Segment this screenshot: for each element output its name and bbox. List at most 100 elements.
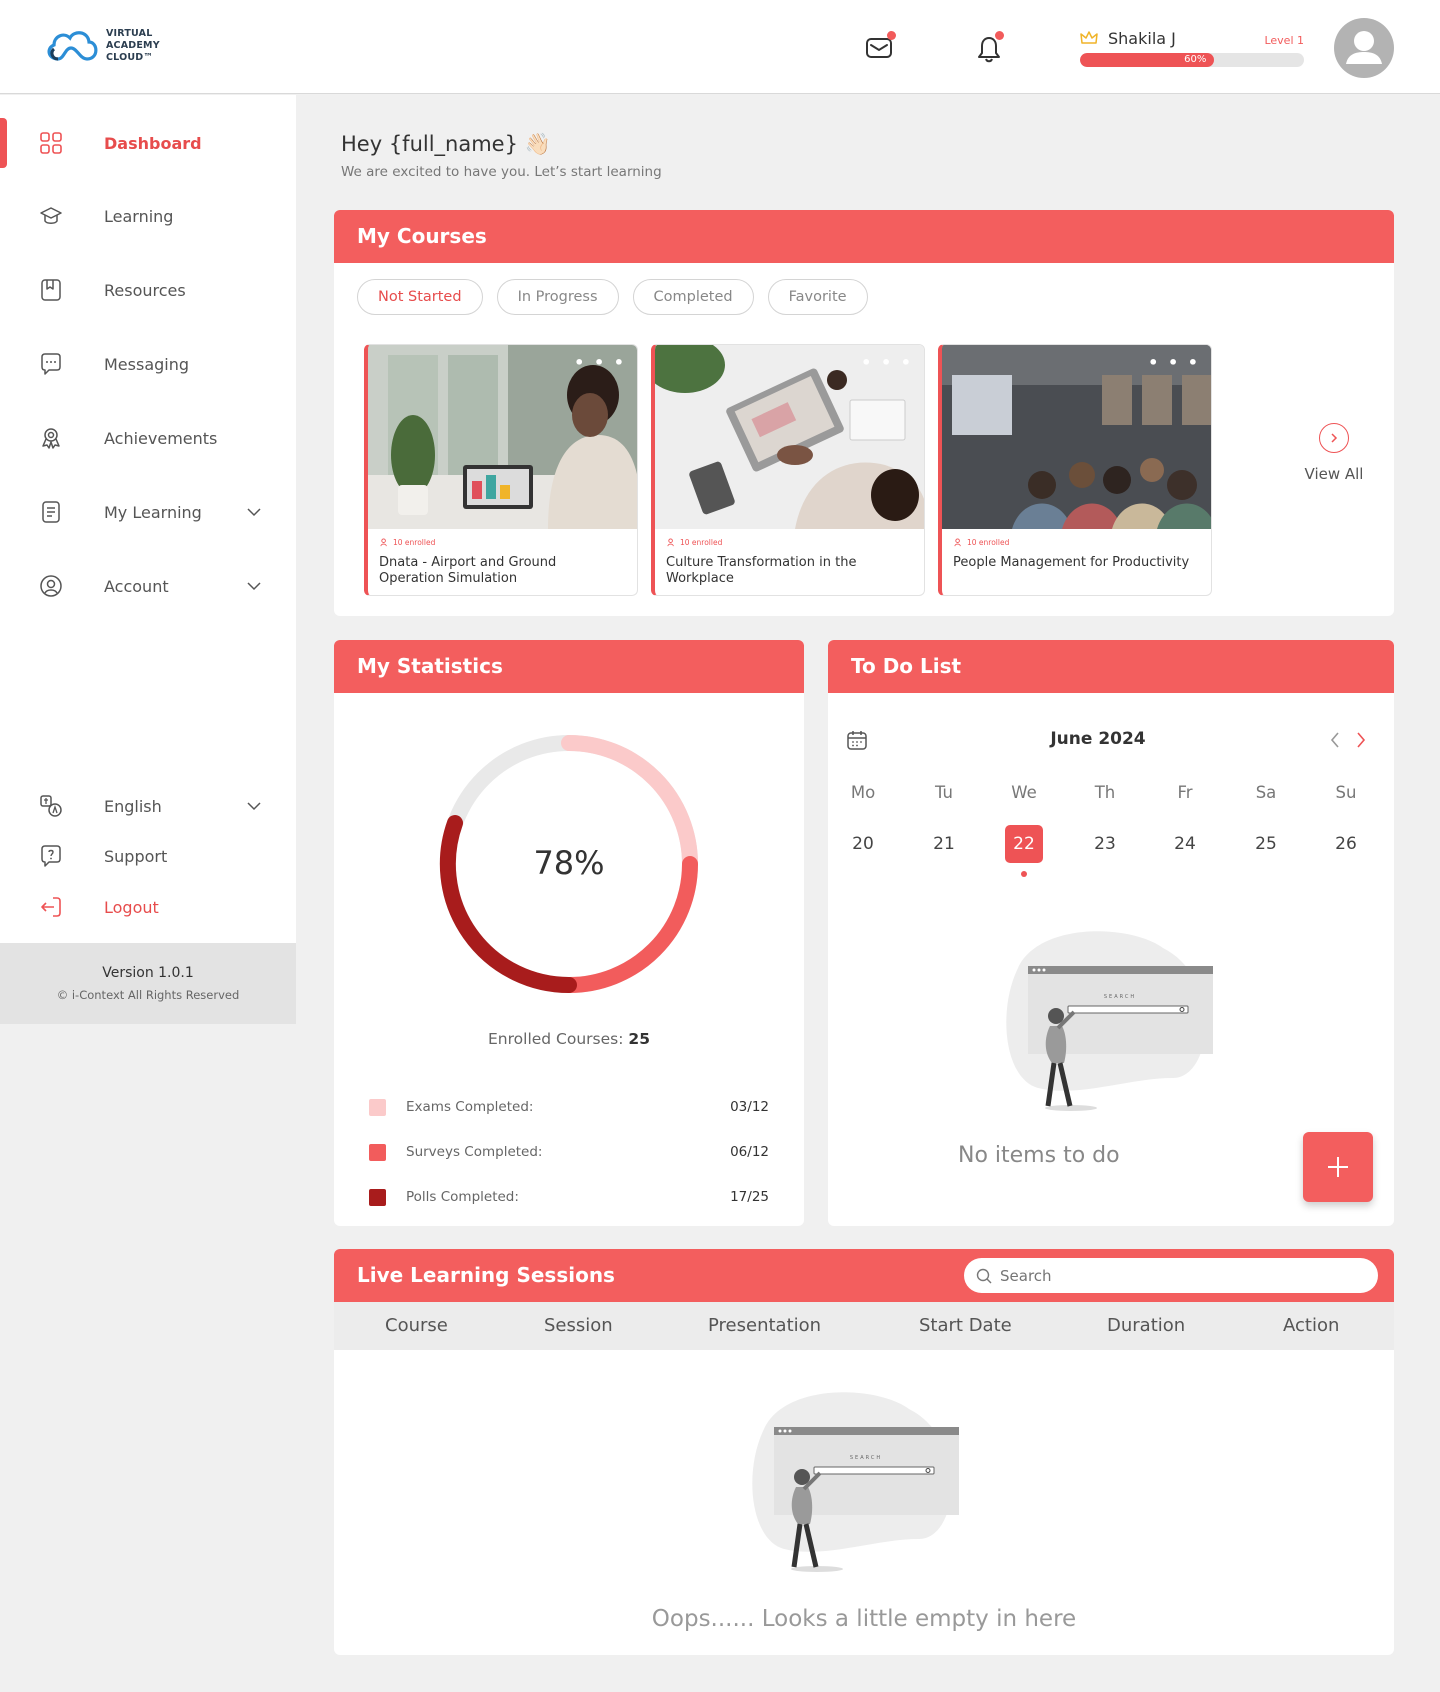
sidebar-item-learning[interactable]: Learning [0, 191, 296, 241]
course-title: People Management for Productivity [953, 555, 1190, 570]
version-label: Version 1.0.1 [102, 965, 194, 981]
enrolled-courses-value: 25 [628, 1030, 650, 1048]
search-input[interactable] [1000, 1266, 1340, 1285]
language-selector[interactable]: English [0, 781, 296, 831]
chevron-down-icon [247, 508, 261, 517]
language-label: English [104, 796, 162, 816]
sidebar-item-label: Achievements [104, 428, 218, 448]
view-all-button[interactable]: View All [1284, 423, 1384, 483]
legend-swatch [369, 1143, 386, 1161]
sidebar-item-resources[interactable]: Resources [0, 265, 296, 315]
user-circle-icon [40, 575, 62, 597]
legend-value: 03/12 [730, 1099, 769, 1115]
chevron-left-icon[interactable] [1328, 730, 1342, 750]
more-options-icon[interactable]: • • • [861, 353, 913, 372]
column-header[interactable]: Action [1283, 1302, 1339, 1350]
filter-in-progress[interactable]: In Progress [496, 279, 619, 315]
sidebar-item-support[interactable]: Support [0, 831, 296, 881]
calendar-date[interactable]: 20 [844, 825, 882, 863]
more-options-icon[interactable]: • • • [574, 353, 626, 372]
user-avatar-icon [1346, 31, 1382, 64]
column-header[interactable]: Start Date [919, 1302, 1012, 1350]
course-card[interactable]: • • • 10 enrolled Culture Transformation… [651, 344, 925, 596]
legend-label: Exams Completed: [406, 1099, 534, 1115]
sidebar-item-achievements[interactable]: Achievements [0, 413, 296, 463]
notebook-icon [42, 501, 60, 523]
xp-progress-label: 60% [1184, 54, 1207, 65]
empty-search-illustration: SEARCH [752, 1392, 959, 1572]
sidebar-item-account[interactable]: Account [0, 561, 296, 611]
enrolled-count: 10 enrolled [380, 538, 435, 547]
users-icon [667, 538, 674, 547]
mail-button[interactable] [864, 31, 896, 64]
cloud-logo-icon [47, 31, 98, 61]
sidebar-item-dashboard[interactable]: Dashboard [0, 118, 296, 168]
logout-button[interactable]: Logout [0, 882, 296, 932]
avatar[interactable] [1334, 18, 1394, 78]
enrolled-count: 10 enrolled [667, 538, 722, 547]
weekday-label: We [1011, 783, 1037, 802]
sessions-empty-message: Oops...... Looks a little empty in here [651, 1606, 1077, 1632]
legend-label: Polls Completed: [406, 1189, 519, 1205]
enrolled-count-label: 10 enrolled [393, 538, 436, 547]
mail-badge [887, 31, 896, 40]
help-chat-icon [41, 845, 61, 867]
sidebar-item-my-learning[interactable]: My Learning [0, 487, 296, 537]
brand-name: VIRTUAL ACADEMY CLOUD™ [106, 28, 160, 63]
my-statistics-title: My Statistics [334, 640, 804, 693]
chevron-right-icon[interactable] [1354, 730, 1368, 750]
filter-not-started[interactable]: Not Started [357, 279, 483, 315]
legend-label: Surveys Completed: [406, 1144, 543, 1160]
calendar-date[interactable]: 21 [925, 825, 963, 863]
crown-icon [1080, 31, 1098, 44]
enrolled-count-label: 10 enrolled [680, 538, 723, 547]
course-card[interactable]: • • • 10 enrolled Dnata - Airport and Gr… [364, 344, 638, 596]
calendar-date-selected[interactable]: 22 [1005, 825, 1043, 863]
course-thumbnail: • • • [942, 345, 1211, 529]
enrolled-courses: Enrolled Courses: 25 [334, 1030, 804, 1048]
course-title: Dnata - Airport and Ground Operation Sim… [379, 555, 557, 586]
legend-exams: Exams Completed: 03/12 [369, 1097, 769, 1117]
empty-search-illustration: SEARCH [1006, 931, 1213, 1111]
legend-swatch [369, 1188, 386, 1206]
filter-completed[interactable]: Completed [632, 279, 754, 315]
more-options-icon[interactable]: • • • [1148, 353, 1200, 372]
weekday-label: Su [1335, 783, 1357, 802]
chat-icon [41, 353, 61, 375]
logout-icon [41, 897, 61, 917]
calendar-date[interactable]: 24 [1166, 825, 1204, 863]
weekday-label: Fr [1177, 783, 1193, 802]
xp-progress-fill: 60% [1080, 53, 1215, 67]
legend-polls: Polls Completed: 17/25 [369, 1187, 769, 1207]
my-courses-title: My Courses [334, 210, 1394, 263]
enrolled-count: 10 enrolled [954, 538, 1009, 547]
calendar-date[interactable]: 25 [1247, 825, 1285, 863]
notifications-button[interactable] [974, 31, 1006, 64]
calendar-date[interactable]: 23 [1086, 825, 1124, 863]
session-search[interactable] [964, 1258, 1378, 1293]
column-header[interactable]: Duration [1107, 1302, 1185, 1350]
add-todo-button[interactable] [1303, 1132, 1373, 1202]
column-header[interactable]: Presentation [708, 1302, 821, 1350]
notification-badge [995, 31, 1004, 40]
brand-logo[interactable]: VIRTUAL ACADEMY CLOUD™ [44, 26, 160, 66]
column-header[interactable]: Course [385, 1302, 448, 1350]
course-image-classroom [942, 345, 1211, 529]
weekday-label: Mo [850, 783, 876, 802]
sidebar: Dashboard Learning Resources Messaging A… [0, 95, 296, 1023]
legend-value: 06/12 [730, 1144, 769, 1160]
top-header: VIRTUAL ACADEMY CLOUD™ Shakila J Level 1… [0, 0, 1440, 94]
chevron-down-icon [247, 582, 261, 591]
calendar-date[interactable]: 26 [1327, 825, 1365, 863]
legend-swatch [369, 1098, 386, 1116]
sidebar-item-messaging[interactable]: Messaging [0, 339, 296, 389]
chevron-right-circle-icon [1319, 423, 1349, 453]
active-indicator [0, 118, 7, 168]
user-name: Shakila J [1108, 29, 1176, 48]
search-illustration-word: SEARCH [850, 1455, 882, 1461]
column-header[interactable]: Session [544, 1302, 613, 1350]
weekday-label: Sa [1255, 783, 1277, 802]
page-title: Hey {full_name} 👋🏻 [341, 132, 551, 156]
filter-favorite[interactable]: Favorite [767, 279, 868, 315]
course-card[interactable]: • • • 10 enrolled People Management for … [938, 344, 1212, 596]
